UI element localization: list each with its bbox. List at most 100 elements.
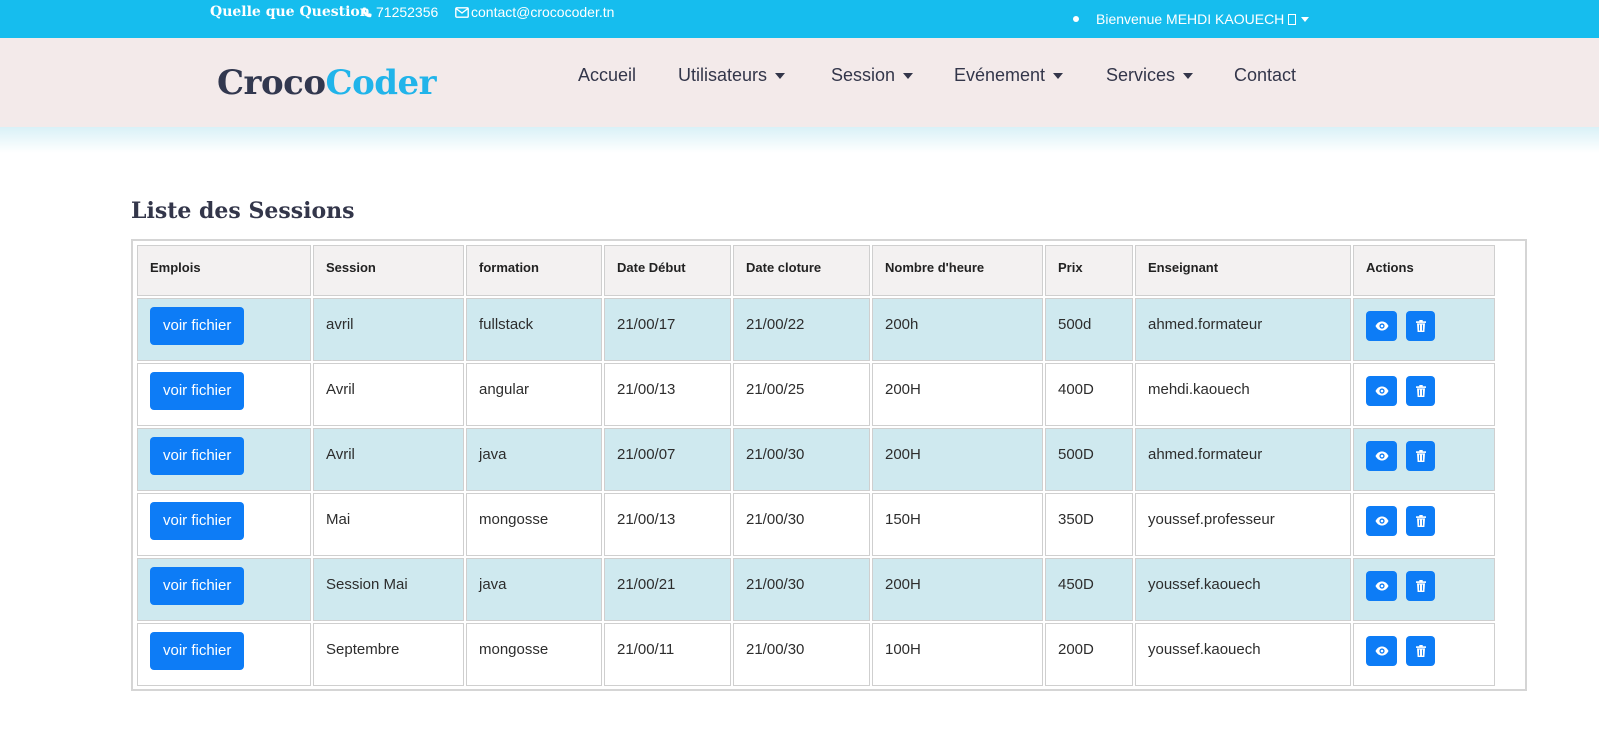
table-row: voir fichier Session Mai java 21/00/21 2…	[137, 558, 1495, 621]
page-title: Liste des Sessions	[131, 198, 355, 224]
nav-item-label: Services	[1106, 65, 1176, 85]
table-row: voir fichier Septembre mongosse 21/00/11…	[137, 623, 1495, 686]
cell-date-debut: 21/00/11	[604, 623, 731, 686]
cell-prix: 500d	[1045, 298, 1133, 361]
view-button[interactable]	[1366, 376, 1397, 406]
chevron-down-icon	[1301, 16, 1310, 22]
voir-fichier-button[interactable]: voir fichier	[150, 437, 245, 475]
view-button[interactable]	[1366, 571, 1397, 601]
view-button[interactable]	[1366, 636, 1397, 666]
column-header-date-cloture: Date cloture	[733, 245, 870, 296]
cell-date-cloture: 21/00/30	[733, 623, 870, 686]
cell-session: Septembre	[313, 623, 464, 686]
voir-fichier-button[interactable]: voir fichier	[150, 372, 245, 410]
cell-date-cloture: 21/00/30	[733, 493, 870, 556]
cell-emplois: voir fichier	[137, 558, 311, 621]
column-header-session: Session	[313, 245, 464, 296]
bullet-dot	[1073, 16, 1079, 22]
cell-formation: mongosse	[466, 623, 602, 686]
cell-enseignant: youssef.professeur	[1135, 493, 1351, 556]
cell-enseignant: mehdi.kaouech	[1135, 363, 1351, 426]
user-menu-toggle[interactable]: Bienvenue MEHDI KAOUECH	[1096, 11, 1310, 27]
nav-item-label: Utilisateurs	[678, 65, 768, 85]
top-info-bar: Quelle que Question 71252356 contact@cro…	[0, 0, 1599, 38]
table-row: voir fichier Avril java 21/00/07 21/00/3…	[137, 428, 1495, 491]
brand-part-coder: Coder	[325, 63, 437, 103]
column-header-enseignant: Enseignant	[1135, 245, 1351, 296]
nav-item-utilisateurs[interactable]: Utilisateurs	[678, 65, 786, 86]
cell-date-debut: 21/00/17	[604, 298, 731, 361]
delete-button[interactable]	[1406, 441, 1436, 471]
cell-date-cloture: 21/00/25	[733, 363, 870, 426]
sessions-table-container: Emplois Session formation Date Début Dat…	[131, 239, 1527, 691]
chevron-down-icon	[775, 72, 786, 79]
view-button[interactable]	[1366, 506, 1397, 536]
cell-enseignant: ahmed.formateur	[1135, 298, 1351, 361]
cell-session: Avril	[313, 428, 464, 491]
cell-nombre-heure: 200h	[872, 298, 1043, 361]
cell-formation: fullstack	[466, 298, 602, 361]
column-header-formation: formation	[466, 245, 602, 296]
brand-logo[interactable]: CrocoCoder	[217, 63, 437, 103]
view-button[interactable]	[1366, 441, 1397, 471]
cell-prix: 450D	[1045, 558, 1133, 621]
cell-formation: java	[466, 558, 602, 621]
delete-button[interactable]	[1406, 376, 1436, 406]
delete-button[interactable]	[1406, 311, 1436, 341]
cell-session: Session Mai	[313, 558, 464, 621]
voir-fichier-button[interactable]: voir fichier	[150, 567, 245, 605]
view-button[interactable]	[1366, 311, 1397, 341]
envelope-icon	[455, 6, 469, 18]
cell-nombre-heure: 200H	[872, 363, 1043, 426]
nav-item-session[interactable]: Session	[831, 65, 914, 86]
cell-nombre-heure: 200H	[872, 428, 1043, 491]
cell-emplois: voir fichier	[137, 363, 311, 426]
navbar-shadow	[0, 127, 1599, 153]
brand-part-croco: Croco	[217, 63, 326, 103]
cell-emplois: voir fichier	[137, 493, 311, 556]
column-header-nombre-heure: Nombre d'heure	[872, 245, 1043, 296]
cell-date-debut: 21/00/07	[604, 428, 731, 491]
phone-icon	[362, 7, 372, 18]
cell-nombre-heure: 200H	[872, 558, 1043, 621]
user-greeting: Bienvenue MEHDI KAOUECH	[1096, 11, 1285, 27]
table-header-row: Emplois Session formation Date Début Dat…	[137, 245, 1495, 296]
cell-date-debut: 21/00/13	[604, 493, 731, 556]
cell-date-cloture: 21/00/30	[733, 558, 870, 621]
nav-item-contact[interactable]: Contact	[1234, 65, 1296, 86]
column-header-prix: Prix	[1045, 245, 1133, 296]
cell-formation: mongosse	[466, 493, 602, 556]
nav-item-evenement[interactable]: Evénement	[954, 65, 1064, 86]
nav-item-services[interactable]: Services	[1106, 65, 1194, 86]
table-row: voir fichier avril fullstack 21/00/17 21…	[137, 298, 1495, 361]
chevron-down-icon	[1053, 72, 1064, 79]
cell-formation: angular	[466, 363, 602, 426]
cell-session: avril	[313, 298, 464, 361]
cell-prix: 200D	[1045, 623, 1133, 686]
missing-glyph-icon	[1288, 13, 1297, 25]
delete-button[interactable]	[1406, 571, 1436, 601]
topbar-email[interactable]: contact@crococoder.tn	[455, 4, 614, 20]
cell-prix: 400D	[1045, 363, 1133, 426]
cell-actions	[1353, 363, 1495, 426]
cell-actions	[1353, 298, 1495, 361]
voir-fichier-button[interactable]: voir fichier	[150, 307, 245, 345]
cell-prix: 500D	[1045, 428, 1133, 491]
cell-formation: java	[466, 428, 602, 491]
delete-button[interactable]	[1406, 636, 1436, 666]
chevron-down-icon	[903, 72, 914, 79]
cell-nombre-heure: 100H	[872, 623, 1043, 686]
chevron-down-icon	[1183, 72, 1194, 79]
voir-fichier-button[interactable]: voir fichier	[150, 502, 245, 540]
cell-actions	[1353, 623, 1495, 686]
nav-item-accueil[interactable]: Accueil	[578, 65, 636, 86]
sessions-table: Emplois Session formation Date Début Dat…	[135, 243, 1497, 688]
delete-button[interactable]	[1406, 506, 1436, 536]
cell-enseignant: youssef.kaouech	[1135, 558, 1351, 621]
column-header-date-debut: Date Début	[604, 245, 731, 296]
voir-fichier-button[interactable]: voir fichier	[150, 632, 245, 670]
cell-enseignant: youssef.kaouech	[1135, 623, 1351, 686]
cell-emplois: voir fichier	[137, 428, 311, 491]
cell-emplois: voir fichier	[137, 623, 311, 686]
cell-date-debut: 21/00/13	[604, 363, 731, 426]
